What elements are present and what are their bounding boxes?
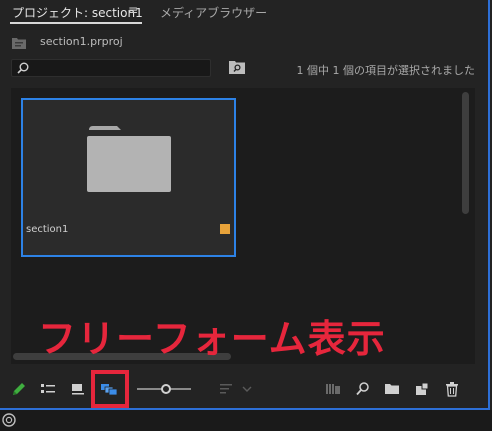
panel-menu-icon[interactable]: ≡ <box>128 3 138 17</box>
annotation-highlight-box <box>91 370 129 408</box>
zoom-slider-thumb[interactable] <box>161 384 171 394</box>
find-in-bin-icon[interactable] <box>229 60 245 74</box>
icon-view-icon[interactable] <box>69 380 87 398</box>
search-input[interactable] <box>11 59 211 77</box>
bin-item-tile[interactable]: section1 <box>21 98 236 257</box>
trash-icon[interactable] <box>443 380 461 398</box>
bottom-toolbar <box>0 372 488 408</box>
active-tab-underline <box>10 22 142 24</box>
creative-cloud-icon[interactable] <box>2 413 16 427</box>
sort-icon[interactable] <box>218 380 236 398</box>
bin-item-name: section1 <box>26 224 69 235</box>
project-file-name: section1.prproj <box>40 35 123 48</box>
automate-to-sequence-icon[interactable] <box>324 380 342 398</box>
annotation-caption: フリーフォーム表示 <box>38 317 386 361</box>
pencil-icon[interactable] <box>10 380 28 398</box>
status-bar <box>0 410 492 431</box>
new-bin-icon[interactable] <box>383 380 401 398</box>
folder-icon <box>87 126 171 192</box>
search-icon <box>17 62 29 74</box>
sort-chevron-down-icon[interactable] <box>238 380 256 398</box>
panel-tabs: プロジェクト: section1 ≡ メディアブラウザー <box>0 0 488 26</box>
tab-project[interactable]: プロジェクト: section1 <box>12 4 143 21</box>
list-view-icon[interactable] <box>39 380 57 398</box>
find-icon[interactable] <box>354 380 372 398</box>
vertical-scrollbar[interactable] <box>462 92 469 214</box>
selection-status: 1 個中 1 個の項目が選択されました <box>296 64 476 77</box>
label-color-swatch[interactable] <box>220 224 230 234</box>
panel-focus-edge <box>488 0 490 410</box>
tab-media-browser[interactable]: メディアブラウザー <box>160 4 267 21</box>
project-file-icon <box>12 38 26 49</box>
new-item-icon[interactable] <box>413 380 431 398</box>
